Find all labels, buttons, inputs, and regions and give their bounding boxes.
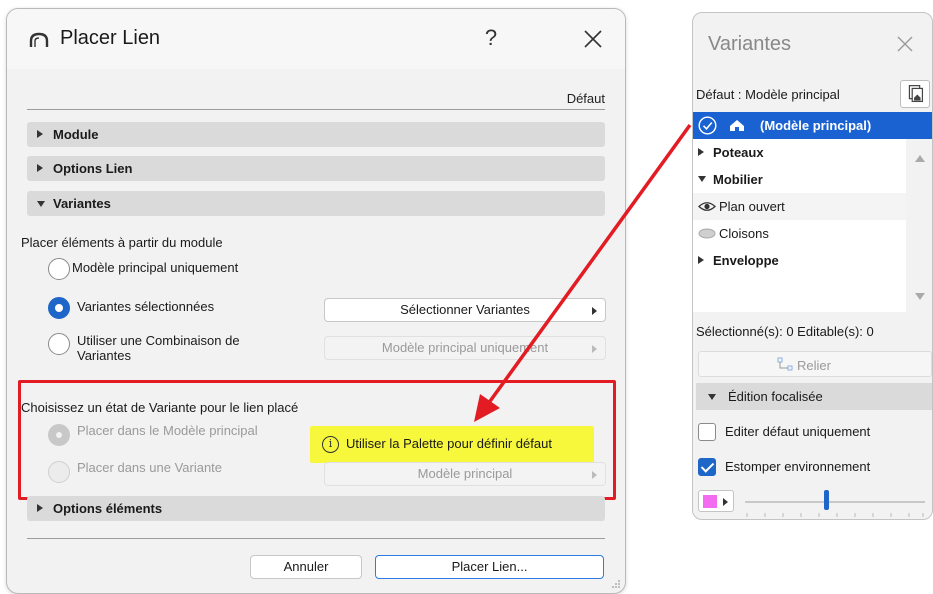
- place-link-button[interactable]: Placer Lien...: [375, 555, 604, 579]
- fade-color-picker[interactable]: [698, 490, 734, 512]
- variant-dropdown-label: Modèle principal: [417, 466, 513, 481]
- radio-place-main-label: Placer dans le Modèle principal: [77, 423, 258, 438]
- caret-right-icon: [723, 498, 728, 506]
- variant-row-poteaux-label: Poteaux: [713, 145, 764, 160]
- divider: [27, 538, 605, 539]
- radio-selected-variants-label: Variantes sélectionnées: [77, 299, 215, 314]
- variant-row-main[interactable]: (Modèle principal): [693, 112, 932, 139]
- eye-closed-icon: [698, 228, 716, 239]
- cancel-button[interactable]: Annuler: [250, 555, 362, 579]
- place-from-label: Placer éléments à partir du module: [21, 235, 223, 250]
- triangle-down-icon: [708, 394, 716, 400]
- radio-combination-label-line2: Variantes: [77, 348, 131, 363]
- palette-tip: i Utiliser la Palette pour définir défau…: [310, 426, 594, 463]
- close-icon[interactable]: [893, 32, 917, 56]
- link-nodes-icon: [777, 357, 793, 371]
- section-options-elements-label: Options éléments: [53, 501, 163, 516]
- triangle-down-icon: [698, 176, 706, 182]
- fade-environment-label: Estomper environnement: [725, 459, 871, 474]
- variant-state-label: Choisissez un état de Variante pour le l…: [21, 400, 299, 415]
- help-button[interactable]: ?: [481, 25, 501, 53]
- edit-default-only-checkbox[interactable]: [698, 423, 716, 441]
- relier-button-label: Relier: [797, 358, 831, 373]
- triangle-right-icon: [698, 256, 704, 264]
- caret-right-icon: [592, 345, 597, 353]
- fade-slider-thumb[interactable]: [824, 490, 829, 510]
- combination-dropdown[interactable]: Modèle principal uniquement: [324, 336, 606, 360]
- variantes-palette: Variantes Défaut : Modèle principal (Mod…: [692, 12, 933, 520]
- section-focus-editing-label: Édition focalisée: [728, 389, 823, 404]
- eye-icon: [698, 202, 716, 211]
- select-variants-button-label: Sélectionner Variantes: [400, 302, 530, 317]
- variant-row-plan-ouvert[interactable]: Plan ouvert: [693, 193, 906, 220]
- palette-title: Variantes: [708, 33, 792, 55]
- radio-combination[interactable]: [48, 333, 70, 355]
- edit-default-only-label: Editer défaut uniquement: [725, 424, 871, 439]
- radio-main-only[interactable]: [48, 258, 70, 280]
- palette-tip-text: Utiliser la Palette pour définir défaut: [346, 436, 552, 451]
- triangle-right-icon: [37, 504, 43, 512]
- house-icon: [730, 120, 744, 131]
- fade-slider-track[interactable]: [745, 501, 925, 503]
- variant-row-main-label: (Modèle principal): [760, 118, 872, 133]
- triangle-right-icon: [37, 130, 43, 138]
- section-variantes[interactable]: Variantes: [27, 191, 605, 216]
- section-options-lien[interactable]: Options Lien: [27, 156, 605, 181]
- caret-right-icon: [592, 307, 597, 315]
- radio-place-variant-label: Placer dans une Variante: [77, 460, 223, 475]
- radio-selected-variants[interactable]: [48, 297, 70, 319]
- selection-count: Sélectionné(s): 0 Editable(s): 0: [696, 324, 874, 339]
- fade-environment-checkbox[interactable]: [698, 458, 716, 476]
- variant-row-cloisons-label: Cloisons: [719, 226, 769, 241]
- color-swatch: [703, 495, 717, 508]
- radio-main-only-label: Modèle principal uniquement: [72, 260, 239, 275]
- cancel-button-label: Annuler: [283, 559, 329, 574]
- combination-dropdown-label: Modèle principal uniquement: [381, 340, 549, 355]
- variant-dropdown[interactable]: Modèle principal: [324, 462, 606, 486]
- radio-place-variant[interactable]: [48, 461, 70, 483]
- default-label: Défaut: [566, 91, 605, 106]
- divider: [27, 109, 605, 110]
- relier-button[interactable]: Relier: [698, 351, 932, 377]
- section-focus-editing[interactable]: Édition focalisée: [696, 383, 932, 410]
- palette-default-text: Défaut : Modèle principal: [696, 87, 840, 102]
- scroll-up-icon[interactable]: [915, 155, 925, 162]
- triangle-down-icon: [37, 201, 45, 207]
- set-default-button[interactable]: [900, 80, 930, 108]
- variant-row-mobilier-label: Mobilier: [713, 172, 763, 187]
- slider-ticks: [746, 513, 924, 517]
- section-module[interactable]: Module: [27, 122, 605, 147]
- radio-combination-label-line1: Utiliser une Combinaison de: [77, 333, 240, 348]
- section-options-elements[interactable]: Options éléments: [27, 496, 605, 521]
- dialog-title: Placer Lien: [60, 27, 161, 49]
- placer-lien-dialog: Placer Lien ? Défaut Module Options Lien…: [6, 8, 626, 594]
- variant-row-enveloppe-label: Enveloppe: [713, 253, 779, 268]
- section-options-lien-label: Options Lien: [53, 161, 133, 176]
- check-circle-icon: [698, 116, 717, 135]
- section-variantes-label: Variantes: [53, 196, 111, 211]
- variant-row-poteaux[interactable]: Poteaux: [693, 139, 906, 166]
- variant-list: (Modèle principal) Poteaux Mobilier Plan…: [693, 112, 932, 312]
- info-icon: i: [322, 436, 339, 453]
- close-icon[interactable]: [579, 25, 607, 53]
- triangle-right-icon: [698, 148, 704, 156]
- caret-right-icon: [592, 471, 597, 479]
- scroll-down-icon[interactable]: [915, 293, 925, 300]
- resize-grip-icon[interactable]: [611, 579, 621, 589]
- section-module-label: Module: [53, 127, 99, 142]
- variant-row-cloisons[interactable]: Cloisons: [693, 220, 906, 247]
- variant-row-mobilier[interactable]: Mobilier: [693, 166, 906, 193]
- triangle-right-icon: [37, 164, 43, 172]
- stack-house-icon: [908, 85, 924, 103]
- radio-place-main[interactable]: [48, 424, 70, 446]
- place-link-button-label: Placer Lien...: [451, 559, 528, 574]
- variant-row-plan-ouvert-label: Plan ouvert: [719, 199, 785, 214]
- dialog-titlebar: Placer Lien ?: [7, 9, 625, 69]
- select-variants-button[interactable]: Sélectionner Variantes: [324, 298, 606, 322]
- hotlink-arch-icon: [29, 32, 49, 47]
- variant-row-enveloppe[interactable]: Enveloppe: [693, 247, 906, 274]
